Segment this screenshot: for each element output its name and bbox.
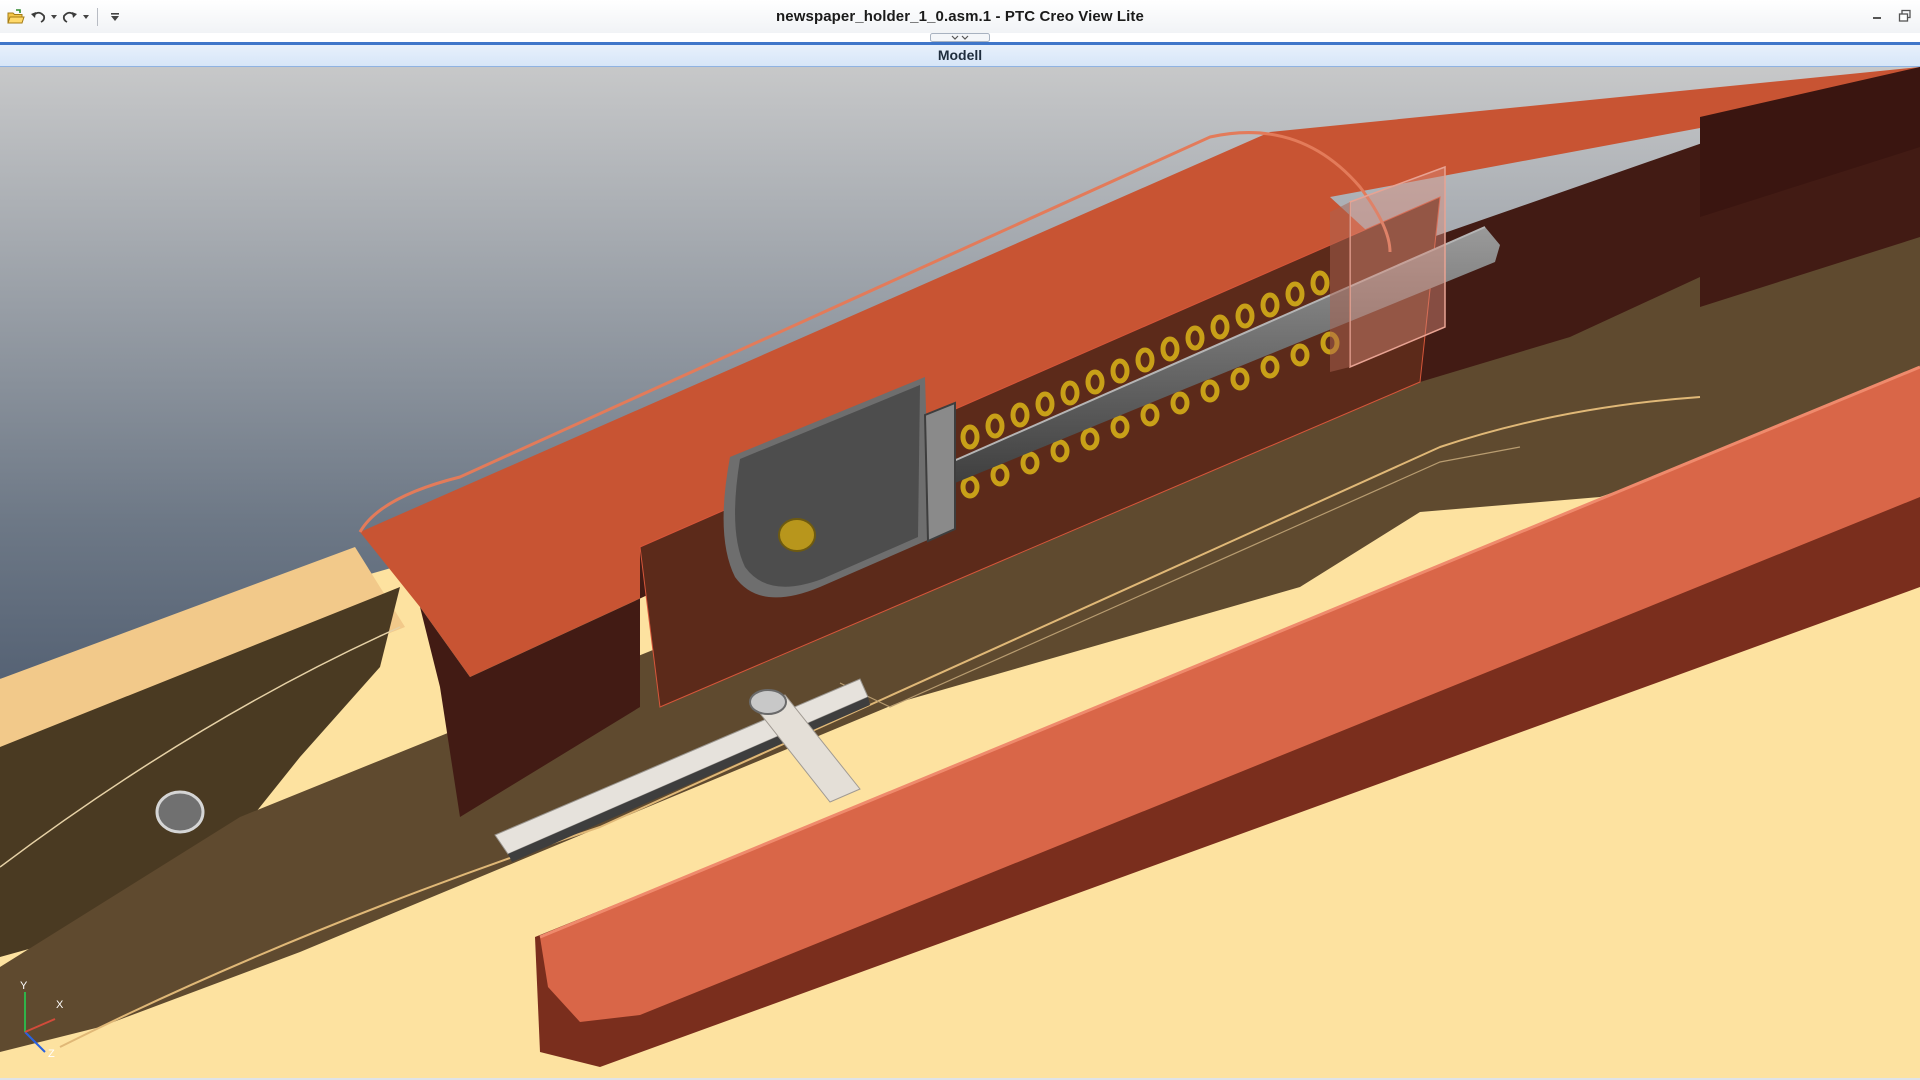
minimize-icon[interactable] [1868,6,1886,26]
redo-dropdown-icon[interactable] [82,7,90,27]
y-axis-label: Y [20,980,28,992]
lever-hinge [923,401,956,543]
restore-icon[interactable] [1896,6,1914,26]
latch-pin[interactable] [749,689,787,715]
3d-model-viewport[interactable]: Y X Z [0,67,1920,1078]
customize-dropdown-icon[interactable] [105,7,125,27]
end-block-side [1330,202,1350,372]
ribbon-tab-bar: Modell [0,45,1920,67]
window-title: newspaper_holder_1_0.asm.1 - PTC Creo Vi… [776,8,1144,25]
toolbar-separator [97,8,98,26]
x-axis-label: X [56,999,64,1011]
ribbon-expand-button[interactable] [930,33,990,42]
title-bar: newspaper_holder_1_0.asm.1 - PTC Creo Vi… [0,0,1920,33]
z-axis-label: Z [48,1048,55,1060]
undo-dropdown-icon[interactable] [50,7,58,27]
tab-model[interactable]: Modell [928,45,992,66]
model-render[interactable]: Y X Z [0,67,1920,1078]
pivot-pin[interactable] [155,790,205,834]
chevron-down-icon [930,33,990,42]
undo-icon[interactable] [28,7,48,27]
window-controls [1868,6,1914,26]
redo-icon[interactable] [60,7,80,27]
open-folder-icon[interactable] [6,7,26,27]
lever-hole[interactable] [778,518,816,552]
quick-access-toolbar [6,6,125,28]
